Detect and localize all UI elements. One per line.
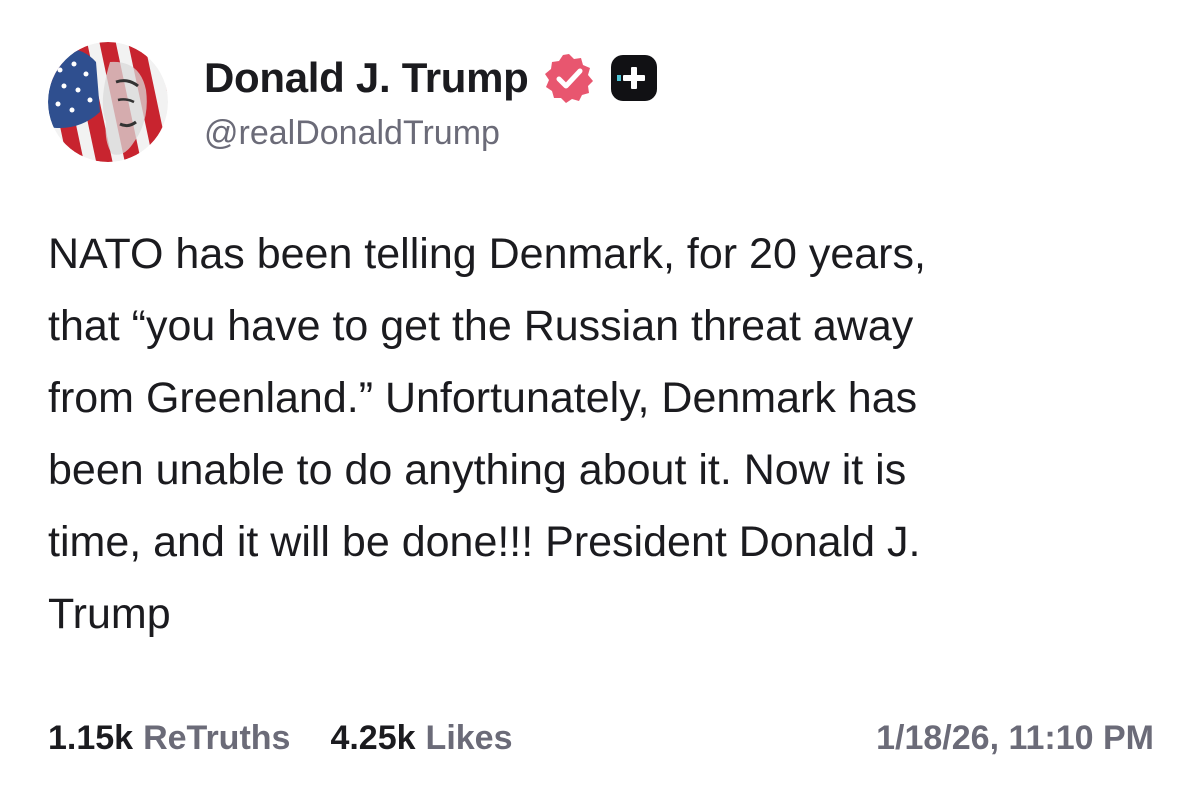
avatar[interactable] bbox=[48, 42, 168, 162]
post-text: NATO has been telling Denmark, for 20 ye… bbox=[48, 230, 926, 638]
author-handle[interactable]: @realDonaldTrump bbox=[204, 114, 500, 153]
post-timestamp[interactable]: 1/18/26, 11:10 PM bbox=[876, 719, 1154, 758]
post-footer: 1.15k ReTruths 4.25k Likes 1/18/26, 11:1… bbox=[48, 714, 1154, 762]
truth-post: Donald J. Trump @realDonaldTrump NATO ha… bbox=[0, 0, 1200, 789]
likes-label: Likes bbox=[425, 718, 513, 757]
verified-badge-icon bbox=[543, 52, 595, 104]
avatar-flag-portrait-icon bbox=[48, 42, 168, 162]
retruths-count: 1.15k bbox=[48, 718, 134, 757]
likes-count: 4.25k bbox=[330, 718, 416, 757]
plus-icon[interactable] bbox=[609, 53, 659, 103]
retruths-stat[interactable]: 1.15k ReTruths bbox=[48, 719, 290, 758]
author-name-row: Donald J. Trump bbox=[204, 48, 659, 108]
likes-stat[interactable]: 4.25k Likes bbox=[330, 719, 512, 758]
retruths-label: ReTruths bbox=[143, 718, 291, 757]
author-display-name[interactable]: Donald J. Trump bbox=[204, 54, 529, 102]
